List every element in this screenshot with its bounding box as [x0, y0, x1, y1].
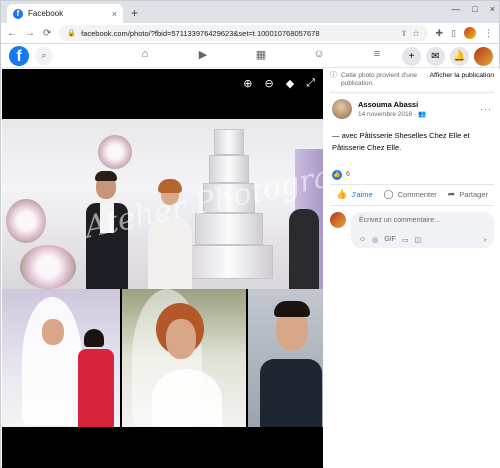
tab-title: Facebook [28, 9, 64, 18]
address-bar-row: ← → ⟳ 🔒 facebook.com/photo/?fbid=5711339… [1, 23, 499, 44]
post-date[interactable]: 14 novembre 2016 · 👥 [358, 110, 426, 118]
post-author: Assouma Abassi 14 novembre 2016 · 👥 ··· [324, 97, 500, 121]
share-button[interactable]: ➦ Partager [448, 189, 488, 200]
puzzle-icon[interactable]: ✚ [436, 28, 444, 39]
minimize-button[interactable]: — [451, 4, 460, 14]
comment-tools: ☺ ◎ GIF ▭ ◫ [359, 236, 421, 244]
new-tab-button[interactable]: + [131, 6, 138, 20]
zoom-in-icon[interactable]: ⊕ [243, 77, 252, 90]
author-avatar[interactable] [332, 99, 352, 120]
comment-composer: Écrivez un commentaire… ☺ ◎ GIF ▭ ◫ ➤ [324, 206, 500, 248]
photo-toolbar: ⊕ ⊖ ◆ ⤢ [243, 77, 315, 90]
reload-button[interactable]: ⟳ [43, 28, 51, 39]
maximize-button[interactable]: □ [472, 4, 477, 14]
home-icon[interactable]: ⌂ [137, 48, 153, 61]
back-button[interactable]: ← [7, 28, 17, 39]
zoom-out-icon[interactable]: ⊖ [265, 77, 274, 90]
share-page-icon[interactable]: ⇪ [401, 29, 408, 38]
photo-bottom-panels [2, 289, 323, 427]
marketplace-icon[interactable]: ▦ [253, 48, 269, 61]
reaction-count: 6 [346, 171, 350, 179]
url-field[interactable]: 🔒 facebook.com/photo/?fbid=5711339764296… [59, 25, 428, 41]
send-icon[interactable]: ➤ [482, 236, 488, 244]
photo-bride-closeup [122, 289, 246, 427]
flowers-bottom [20, 245, 76, 289]
photo-viewer[interactable]: ⊕ ⊖ ◆ ⤢ Ateher Photography [2, 69, 323, 468]
camera-icon[interactable]: ◎ [372, 236, 378, 244]
flowers-left-bottom [6, 199, 46, 243]
post-panel: ⓘ Cette photo provient d'une publication… [324, 69, 500, 468]
thumbs-up-icon: 👍 [336, 189, 348, 200]
photo-bride-veil [2, 289, 120, 427]
comment-button[interactable]: ◯ Commenter [384, 189, 437, 200]
facebook-favicon-icon: f [13, 8, 23, 19]
tab-close-icon[interactable]: × [112, 9, 117, 19]
facebook-navbar: f ⌕ ⌂ ▶ ▦ ☺ ≡ + ✉ 🔔 [1, 44, 499, 68]
gif-icon[interactable]: GIF [384, 236, 396, 244]
caption-prefix: — avec [332, 131, 358, 141]
post-actions: 👍 J'aime ◯ Commenter ➦ Partager [330, 183, 494, 206]
like-reaction-icon: 👍 [332, 169, 342, 180]
info-icon: ⓘ [330, 72, 337, 79]
account-avatar[interactable] [474, 47, 493, 66]
comment-icon: ◯ [383, 189, 394, 200]
comment-placeholder: Écrivez un commentaire… [359, 216, 442, 224]
tag-icon[interactable]: ◆ [286, 77, 294, 90]
caption-mid: et [463, 131, 470, 141]
show-post-link[interactable]: Afficher la publication [430, 72, 494, 88]
avatar-sticker-icon[interactable]: ◫ [415, 236, 422, 244]
reaction-summary[interactable]: 👍 6 [324, 153, 500, 184]
sticker-icon[interactable]: ▭ [402, 236, 409, 244]
provenance-text: Cette photo provient d'une publication. [341, 72, 418, 88]
like-button[interactable]: 👍 J'aime [336, 189, 373, 200]
sidepanel-icon[interactable]: ▯ [451, 28, 456, 39]
divider [330, 92, 494, 94]
watch-icon[interactable]: ▶ [195, 48, 211, 61]
comment-label: Commenter [397, 190, 437, 200]
share-icon: ➦ [447, 189, 456, 200]
flowers-left-top [98, 135, 132, 169]
tagged-page-2[interactable]: Pâtisserie Chez Elle. [332, 143, 401, 152]
extension-area: ✚ ▯ ⋮ [436, 27, 493, 39]
profile-avatar-icon[interactable] [464, 27, 476, 39]
create-icon[interactable]: + [402, 47, 421, 66]
tagged-page-1[interactable]: Pâtisserie Sheselles Chez Elle [360, 131, 462, 140]
photo-top-panel: Ateher Photography [2, 119, 323, 289]
browser-window: f Facebook × + — □ × ← → ⟳ 🔒 facebook.co… [0, 0, 500, 468]
menu-icon[interactable]: ≡ [369, 48, 385, 61]
emoji-icon[interactable]: ☺ [359, 236, 366, 244]
close-window-button[interactable]: × [490, 4, 495, 14]
more-options-icon[interactable]: ··· [480, 104, 492, 114]
like-label: J'aime [351, 190, 373, 200]
main-nav: ⌂ ▶ ▦ ☺ ≡ [137, 48, 385, 61]
browser-menu-icon[interactable]: ⋮ [484, 28, 493, 39]
forward-button[interactable]: → [25, 28, 35, 39]
author-name[interactable]: Assouma Abassi [358, 100, 426, 109]
photographer-figure [289, 209, 319, 289]
facebook-logo-icon[interactable]: f [9, 45, 29, 66]
photo-groom-closeup [248, 289, 323, 427]
share-label: Partager [459, 190, 488, 200]
nav-right: + ✉ 🔔 [402, 47, 493, 66]
commenter-avatar [330, 211, 346, 228]
tab-facebook[interactable]: f Facebook × [7, 4, 123, 23]
notifications-icon[interactable]: 🔔 [450, 47, 469, 66]
bookmark-star-icon[interactable]: ☆ [412, 29, 419, 38]
tab-strip: f Facebook × + — □ × [1, 1, 499, 23]
lock-icon[interactable]: 🔒 [67, 29, 76, 37]
messenger-icon[interactable]: ✉ [426, 47, 445, 66]
fullscreen-icon[interactable]: ⤢ [306, 77, 315, 90]
search-icon[interactable]: ⌕ [35, 46, 53, 65]
groups-icon[interactable]: ☺ [311, 48, 327, 61]
comment-input[interactable]: Écrivez un commentaire… ☺ ◎ GIF ▭ ◫ ➤ [351, 211, 494, 248]
window-controls: — □ × [451, 4, 495, 14]
post-caption: — avec Pâtisserie Sheselles Chez Elle et… [324, 121, 500, 153]
post-provenance: ⓘ Cette photo provient d'une publication… [324, 69, 500, 88]
url-text[interactable]: facebook.com/photo/?fbid=571133976429623… [81, 29, 396, 38]
